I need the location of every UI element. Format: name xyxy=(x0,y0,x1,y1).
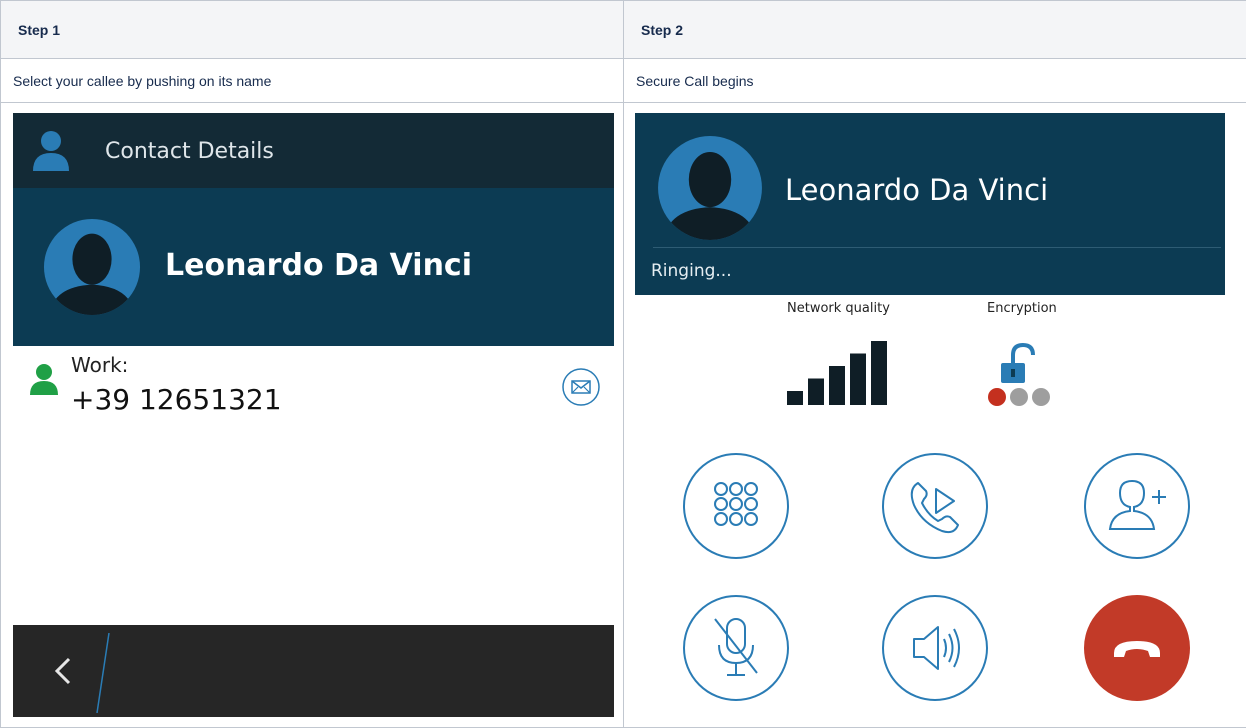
add-participant-icon xyxy=(1108,479,1166,530)
action-bar-divider xyxy=(96,633,110,713)
call-transfer-button[interactable] xyxy=(882,453,988,559)
phone-type-label: Work: xyxy=(71,353,129,377)
encryption-progress-dot xyxy=(988,388,1006,406)
signal-bar xyxy=(808,378,824,405)
step-2-screenshot-cell: Leonardo Da Vinci Ringing... Network qua… xyxy=(623,102,1246,728)
signal-bar xyxy=(850,353,866,405)
contact-header-bar: Contact Details xyxy=(13,113,614,188)
encryption-progress-dot xyxy=(1032,388,1050,406)
step-1-header: Step 1 xyxy=(0,0,624,59)
speaker-icon xyxy=(913,626,960,670)
encryption-label: Encryption xyxy=(987,301,1057,316)
network-quality-label: Network quality xyxy=(787,301,890,316)
header-row: Step 1 Step 2 xyxy=(0,0,1246,59)
phone-number[interactable]: +39 12651321 xyxy=(71,383,282,416)
bottom-action-bar xyxy=(13,625,614,717)
speaker-button[interactable] xyxy=(882,595,988,701)
dialpad-button[interactable] xyxy=(683,453,789,559)
step-2-header: Step 2 xyxy=(623,0,1246,59)
message-icon[interactable] xyxy=(561,367,601,407)
signal-bars-icon xyxy=(787,341,887,405)
secure-call-screen: Leonardo Da Vinci Ringing... Network qua… xyxy=(635,113,1225,725)
contact-details-screen: Contact Details Leonardo Da Vinci Work: … xyxy=(13,113,614,717)
call-transfer-icon xyxy=(910,482,959,534)
add-participant-button[interactable] xyxy=(1084,453,1190,559)
step-1-screenshot-cell: Contact Details Leonardo Da Vinci Work: … xyxy=(0,102,624,728)
header-separator xyxy=(653,247,1221,248)
mute-button[interactable] xyxy=(683,595,789,701)
contact-name-banner[interactable]: Leonardo Da Vinci xyxy=(13,188,614,346)
signal-bar xyxy=(871,341,887,405)
mute-microphone-icon xyxy=(714,618,758,676)
signal-bar xyxy=(829,366,845,405)
end-call-icon xyxy=(1114,641,1160,657)
contact-name[interactable]: Leonardo Da Vinci xyxy=(165,248,472,283)
dialpad-icon xyxy=(714,482,758,526)
call-header: Leonardo Da Vinci Ringing... xyxy=(635,113,1225,295)
unlocked-padlock-icon xyxy=(988,342,1050,406)
person-icon xyxy=(33,131,69,171)
end-call-button[interactable] xyxy=(1084,595,1190,701)
screenshot-row: Contact Details Leonardo Da Vinci Work: … xyxy=(0,102,1246,728)
call-status: Ringing... xyxy=(651,261,732,281)
callee-name: Leonardo Da Vinci xyxy=(785,173,1049,207)
signal-bar xyxy=(787,391,803,405)
description-row: Select your callee by pushing on its nam… xyxy=(0,58,1246,103)
avatar-icon xyxy=(658,136,762,240)
encryption-progress-dot xyxy=(1010,388,1028,406)
contact-header-title: Contact Details xyxy=(105,139,274,164)
back-chevron-icon[interactable] xyxy=(49,651,79,691)
step-1-description: Select your callee by pushing on its nam… xyxy=(0,58,624,103)
contact-person-icon xyxy=(30,364,58,395)
steps-table: Step 1 Step 2 Select your callee by push… xyxy=(0,0,1246,728)
avatar-icon xyxy=(43,218,141,316)
step-2-description: Secure Call begins xyxy=(623,58,1246,103)
